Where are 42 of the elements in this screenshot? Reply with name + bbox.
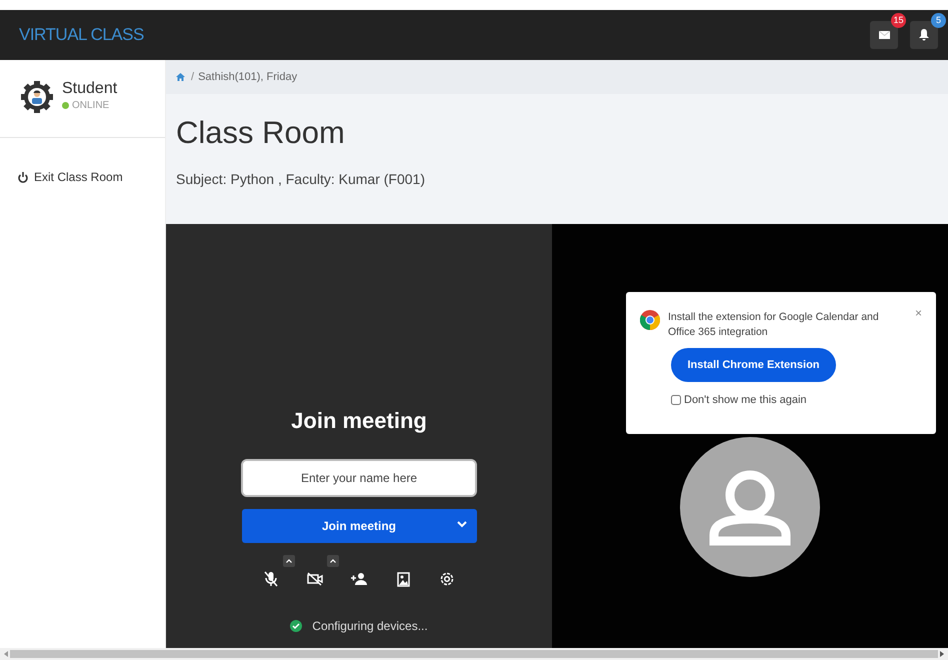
chevron-up-icon <box>286 559 292 563</box>
chevron-up-icon <box>330 559 336 563</box>
muted-microphone-icon <box>264 571 278 587</box>
install-extension-button[interactable]: Install Chrome Extension <box>671 348 836 382</box>
caret-icon[interactable] <box>456 521 466 528</box>
chrome-logo-icon <box>640 310 660 330</box>
user-status: ONLINE <box>72 99 110 113</box>
scroll-right-icon[interactable] <box>940 651 944 657</box>
message-count: 15 <box>891 13 906 28</box>
student-gear-icon <box>20 80 54 114</box>
power-icon <box>18 172 28 182</box>
checkbox-label: Don't show me this again <box>684 393 807 408</box>
avatar-placeholder-icon <box>680 437 820 577</box>
camera-off-icon <box>307 572 323 586</box>
page-title: Class Room <box>176 114 346 152</box>
name-input-field[interactable]: Enter your name here <box>241 459 477 497</box>
breadcrumb-separator: / <box>191 70 194 85</box>
popup-message: Install the extension for Google Calendar and Office 365 integration <box>668 310 880 340</box>
close-button[interactable]: × <box>914 304 922 322</box>
add-person-icon <box>351 573 367 585</box>
brand-title[interactable]: VIRTUAL CLASS <box>19 22 144 48</box>
camera-options-button[interactable] <box>327 555 339 567</box>
online-status-dot <box>62 102 69 109</box>
meeting-title: Join meeting <box>291 407 427 435</box>
subject-info: Subject: Python , Faculty: Kumar (F001) <box>176 170 426 190</box>
notification-count: 5 <box>931 13 946 28</box>
exit-link[interactable]: Exit Class Room <box>0 138 165 216</box>
scrollbar-thumb[interactable] <box>10 650 938 658</box>
status-message: Configuring devices... <box>312 618 428 635</box>
home-icon[interactable] <box>176 73 185 81</box>
bell-icon <box>919 29 929 41</box>
horizontal-scrollbar[interactable] <box>0 648 948 660</box>
check-circle-icon <box>290 620 302 632</box>
dont-show-checkbox[interactable] <box>671 395 681 406</box>
breadcrumb-item: Sathish(101), Friday <box>198 70 298 85</box>
notifications-button[interactable] <box>910 21 938 49</box>
settings-icon <box>439 571 455 587</box>
envelope-icon <box>878 31 890 39</box>
user-role: Student <box>62 80 118 98</box>
microphone-options-button[interactable] <box>283 555 295 567</box>
image-icon <box>396 572 410 586</box>
join-meeting-button[interactable]: Join meeting <box>242 509 476 543</box>
